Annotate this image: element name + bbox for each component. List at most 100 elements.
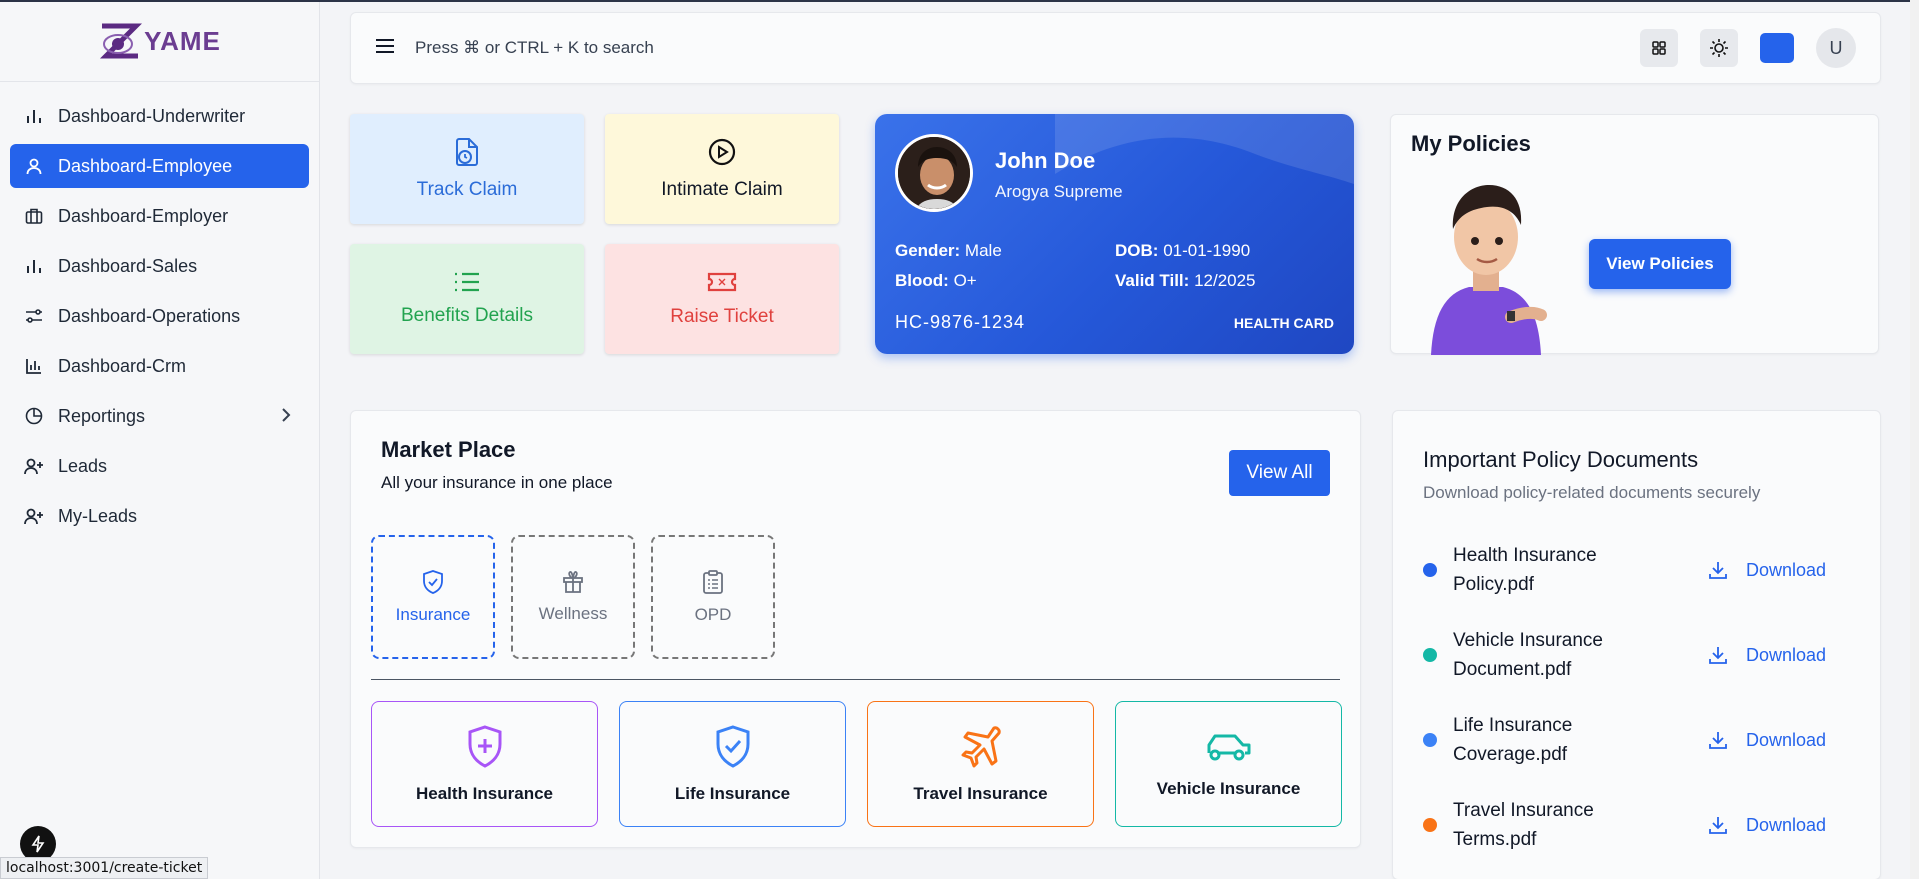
briefcase-icon (24, 206, 44, 226)
plane-icon (961, 726, 1001, 768)
download-label: Download (1746, 814, 1827, 835)
apps-grid-button[interactable] (1640, 29, 1678, 67)
divider (371, 679, 1340, 680)
download-link[interactable]: Download (1708, 730, 1826, 751)
vehicle-insurance-card[interactable]: Vehicle Insurance (1115, 701, 1342, 827)
sidebar-item-dashboard-operations[interactable]: Dashboard-Operations (10, 294, 309, 338)
avatar[interactable]: U (1816, 28, 1856, 68)
globe-logo-icon (100, 23, 143, 58)
benefits-details-button[interactable]: Benefits Details (350, 244, 584, 354)
download-icon (1709, 732, 1727, 749)
intimate-claim-label: Intimate Claim (661, 179, 783, 200)
sidebar-item-label: Dashboard-Employer (58, 205, 229, 226)
document-name: Travel Insurance Terms.pdf (1453, 800, 1594, 850)
menu-icon[interactable] (375, 38, 395, 59)
top-bar: Press ⌘ or CTRL + K to search U (350, 12, 1881, 84)
user-plus-icon (24, 456, 44, 476)
my-policies-card: My Policies View Policies (1390, 114, 1879, 355)
logo[interactable]: YAME (0, 2, 319, 82)
blood-label: Blood: (895, 271, 949, 290)
sliders-icon (24, 306, 44, 326)
dob-value: 01-01-1990 (1163, 241, 1251, 260)
dob-label: DOB: (1115, 241, 1159, 260)
bar-chart-icon (24, 256, 44, 276)
download-label: Download (1746, 729, 1827, 750)
card-type-label: HEALTH CARD (1233, 315, 1334, 331)
gender-value: Male (964, 241, 1002, 260)
lightning-icon (31, 835, 45, 853)
market-place-card: Market Place All your insurance in one p… (350, 410, 1361, 848)
document-row: Vehicle Insurance Document.pdf Download (1423, 624, 1853, 686)
tab-insurance[interactable]: Insurance (371, 535, 495, 659)
document-row: Life Insurance Coverage.pdf Download (1423, 709, 1853, 771)
download-link[interactable]: Download (1708, 645, 1826, 666)
sidebar-item-dashboard-crm[interactable]: Dashboard-Crm (10, 344, 309, 388)
raise-ticket-button[interactable]: Raise Ticket (605, 244, 839, 354)
shield-check-icon (423, 570, 443, 594)
status-dot (1423, 733, 1437, 747)
tab-opd[interactable]: OPD (651, 535, 775, 659)
card-id: HC-9876-1234 (895, 312, 1026, 332)
sidebar: YAME Dashboard-Underwriter Dashboard-Emp… (0, 2, 320, 879)
bottom-row: Market Place All your insurance in one p… (350, 410, 1881, 879)
sidebar-item-dashboard-employer[interactable]: Dashboard-Employer (10, 194, 309, 238)
tab-wellness[interactable]: Wellness (511, 535, 635, 659)
health-insurance-card[interactable]: Health Insurance (371, 701, 598, 827)
file-clock-icon (456, 138, 478, 166)
sidebar-item-label: Dashboard-Employee (58, 155, 233, 176)
quick-actions: Track Claim Intimate Claim Benefits Deta… (350, 114, 839, 354)
product-label: Vehicle Insurance (1156, 779, 1301, 798)
download-link[interactable]: Download (1708, 815, 1826, 836)
document-row: Travel Insurance Terms.pdf Download (1423, 794, 1853, 856)
my-policies-title: My Policies (1411, 131, 1531, 156)
theme-toggle-button[interactable] (1700, 29, 1738, 67)
intimate-claim-button[interactable]: Intimate Claim (605, 114, 839, 224)
character-illustration (1431, 185, 1547, 355)
bar-chart-icon (24, 356, 44, 376)
pie-chart-icon (24, 406, 44, 426)
color-swatch-button[interactable] (1760, 33, 1794, 63)
sidebar-item-label: Dashboard-Underwriter (58, 105, 246, 126)
view-policies-button[interactable]: View Policies (1589, 239, 1731, 289)
sidebar-item-leads[interactable]: Leads (10, 444, 309, 488)
bar-chart-icon (24, 106, 44, 126)
sidebar-item-dashboard-underwriter[interactable]: Dashboard-Underwriter (10, 94, 309, 138)
docs-title: Important Policy Documents (1423, 447, 1699, 472)
sidebar-item-dashboard-sales[interactable]: Dashboard-Sales (10, 244, 309, 288)
document-name: Life Insurance Coverage.pdf (1453, 715, 1573, 765)
tab-label: Insurance (395, 605, 471, 624)
track-claim-label: Track Claim (416, 179, 518, 200)
download-link[interactable]: Download (1708, 560, 1826, 581)
sidebar-item-my-leads[interactable]: My-Leads (10, 494, 309, 538)
status-dot (1423, 818, 1437, 832)
gender-label: Gender: (895, 241, 961, 260)
view-all-button[interactable]: View All (1229, 450, 1330, 496)
top-row: Track Claim Intimate Claim Benefits Deta… (350, 114, 1881, 355)
ticket-icon (707, 272, 737, 292)
scrollbar[interactable] (1910, 0, 1919, 879)
sidebar-item-dashboard-employee[interactable]: Dashboard-Employee (10, 144, 309, 188)
status-dot (1423, 563, 1437, 577)
download-label: Download (1746, 644, 1827, 665)
grid-icon (1652, 41, 1666, 55)
life-insurance-card[interactable]: Life Insurance (619, 701, 846, 827)
raise-ticket-label: Raise Ticket (670, 306, 774, 327)
sidebar-item-label: My-Leads (58, 505, 138, 526)
status-dot (1423, 648, 1437, 662)
profile-photo (895, 134, 973, 212)
plan-name: Arogya Supreme (995, 182, 1123, 201)
sidebar-item-reportings[interactable]: Reportings (10, 394, 309, 438)
track-claim-button[interactable]: Track Claim (350, 114, 584, 224)
health-card[interactable]: John Doe Arogya Supreme Gender: Male DOB… (875, 114, 1354, 354)
chevron-right-icon[interactable] (281, 407, 291, 428)
document-name: Health Insurance Policy.pdf (1453, 545, 1597, 595)
insurance-products: Health Insurance Life Insurance Travel I… (371, 701, 1342, 827)
blood-value: O+ (953, 271, 977, 290)
play-circle-icon (708, 138, 736, 166)
sidebar-nav: Dashboard-Underwriter Dashboard-Employee… (0, 82, 319, 556)
list-icon (455, 272, 479, 292)
search-hint[interactable]: Press ⌘ or CTRL + K to search (415, 38, 654, 58)
valid-value: 12/2025 (1194, 271, 1256, 290)
travel-insurance-card[interactable]: Travel Insurance (867, 701, 1094, 827)
clipboard-list-icon (703, 570, 723, 594)
